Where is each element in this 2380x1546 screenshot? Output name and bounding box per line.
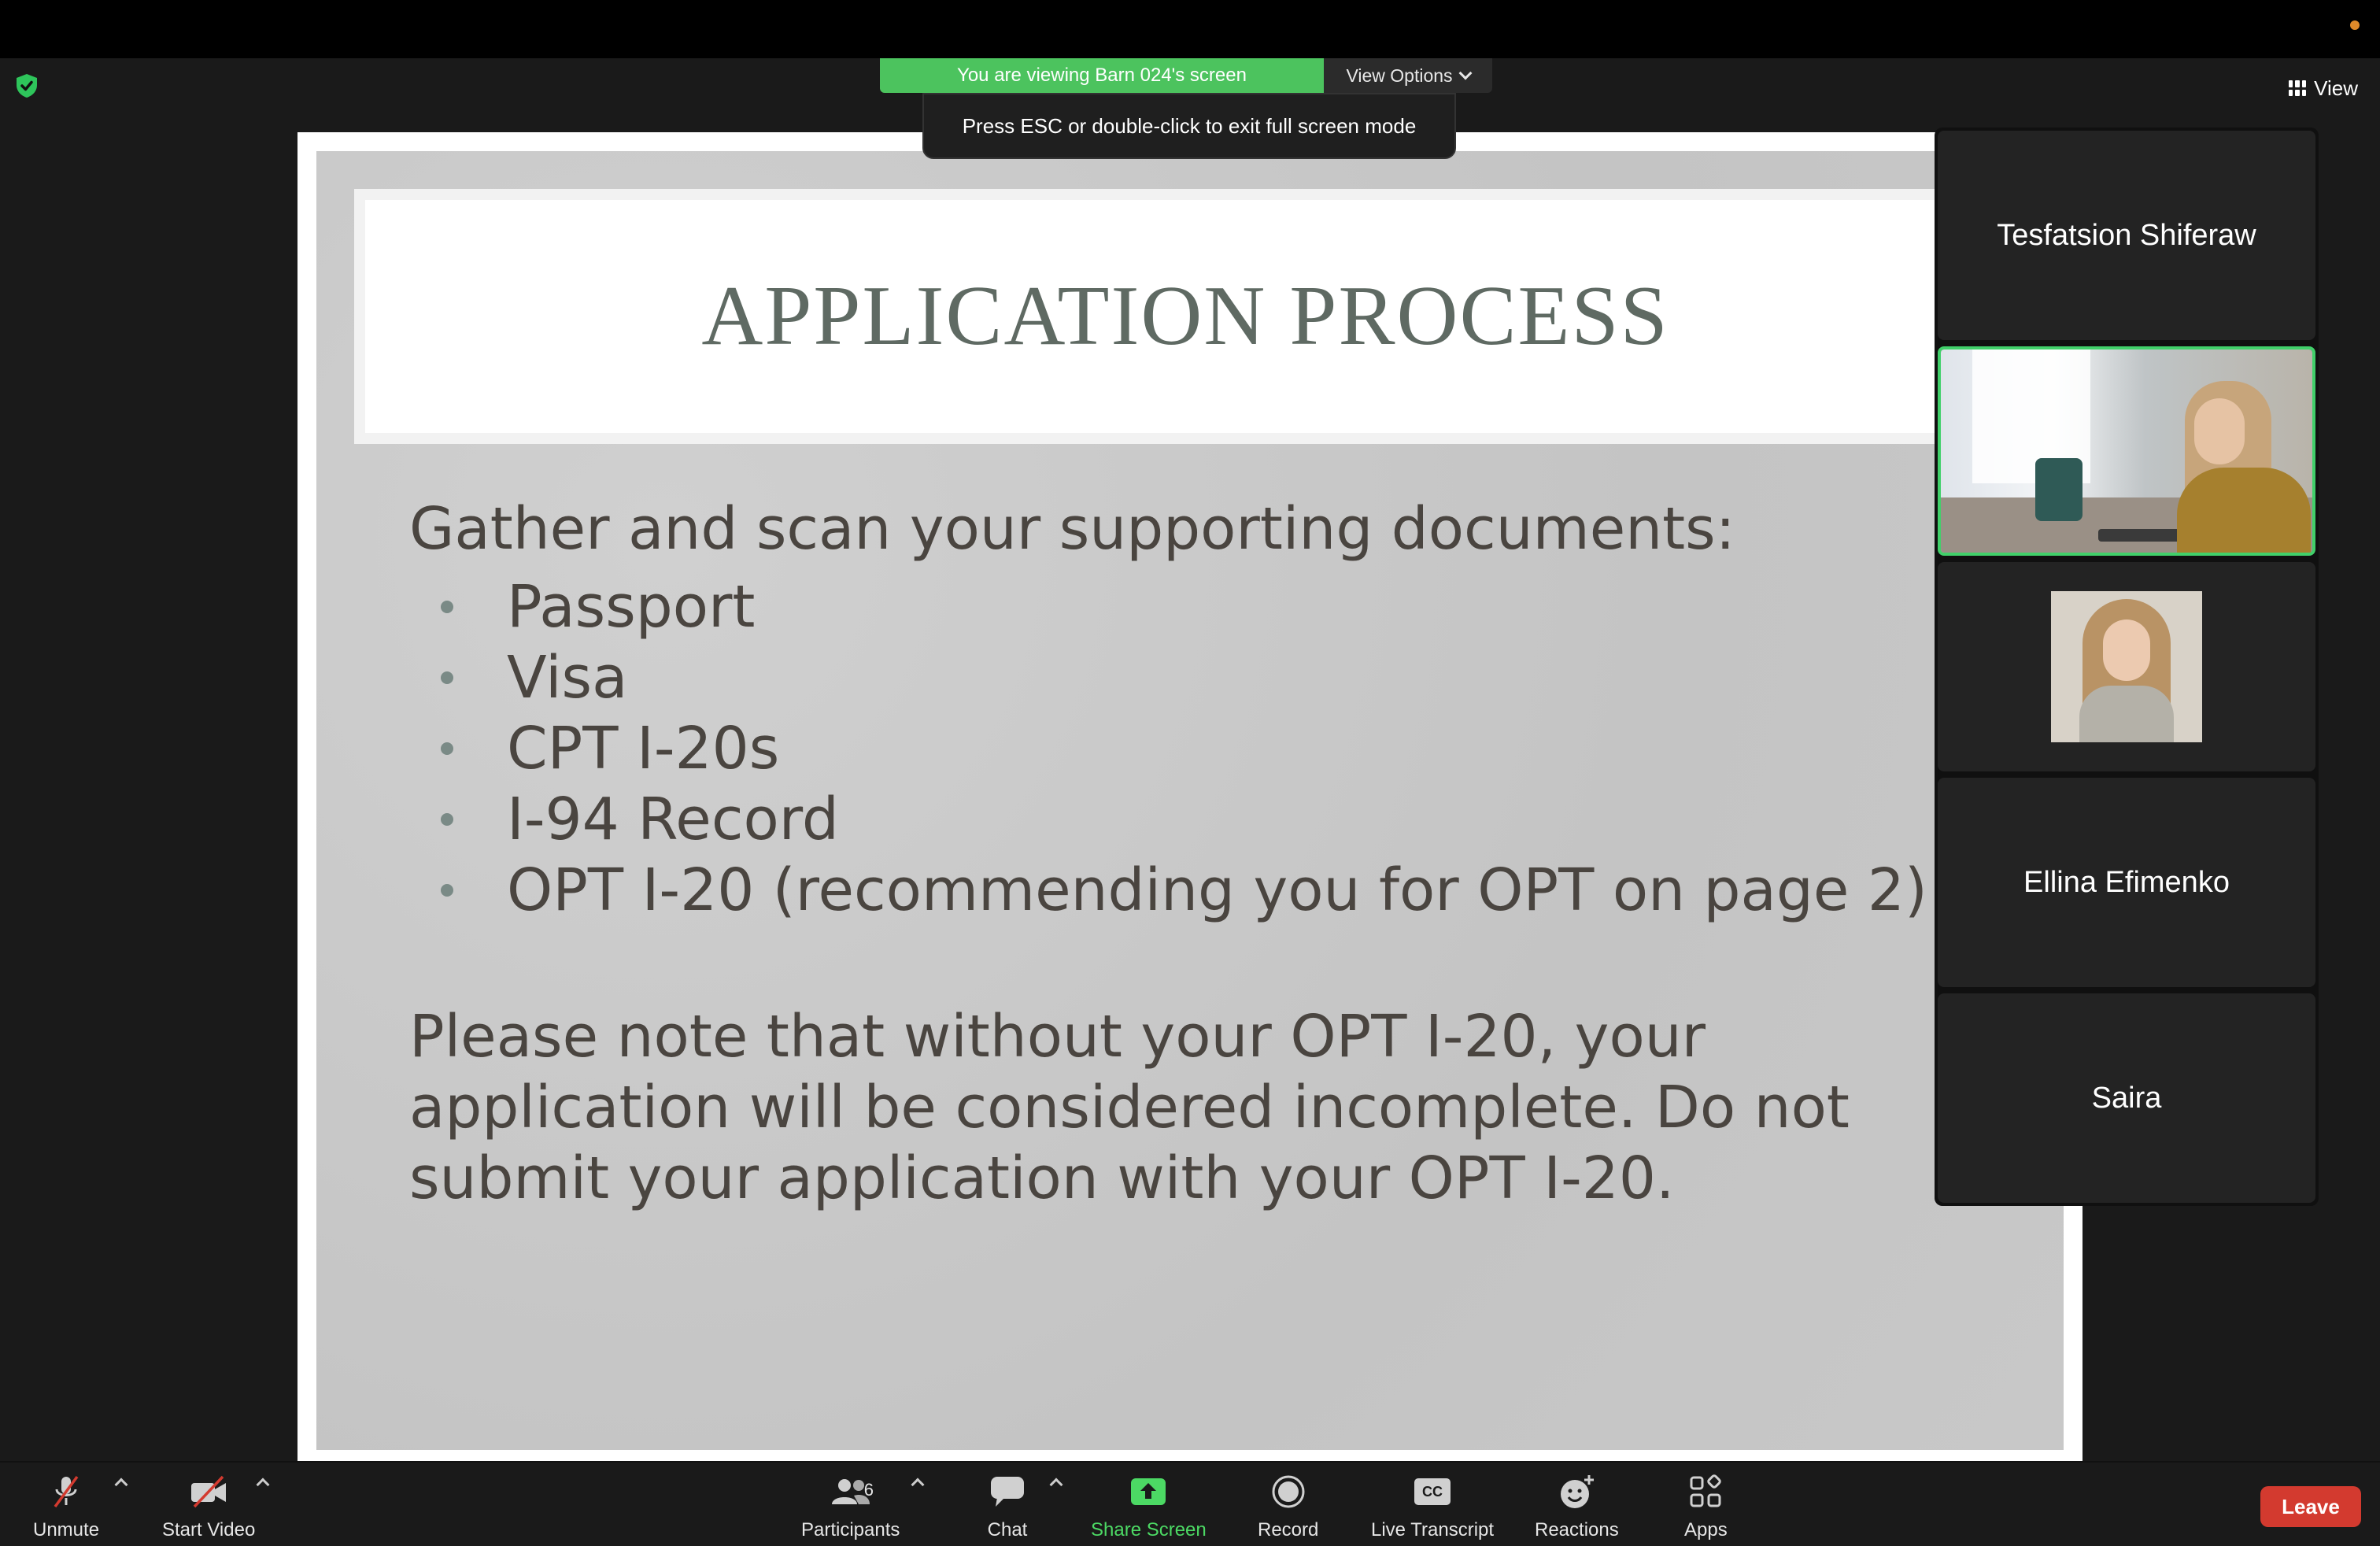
view-options-button[interactable]: View Options [1324, 58, 1492, 93]
menu-bar [0, 0, 2380, 58]
audio-options-chevron-icon[interactable] [114, 1478, 128, 1492]
shield-check-icon[interactable] [14, 72, 39, 99]
list-item: I-94 Record [409, 784, 2023, 855]
participants-button[interactable]: 6 Participants [801, 1474, 900, 1541]
list-item: OPT I-20 (recommending you for OPT on pa… [409, 855, 2023, 926]
participants-count: 6 [863, 1480, 874, 1500]
chat-icon [987, 1474, 1028, 1510]
meeting-toolbar: Unmute Start Video 6 Participants Chat S… [0, 1461, 2380, 1546]
view-button-label: View [2314, 76, 2358, 100]
participants-icon: 6 [815, 1474, 886, 1510]
participant-tile[interactable] [1938, 562, 2315, 771]
leave-button[interactable]: Leave [2260, 1486, 2361, 1527]
document-list: Passport Visa CPT I-20s I-94 Record OPT … [409, 571, 2023, 926]
list-item: Passport [409, 571, 2023, 642]
recording-indicator-dot [2350, 20, 2360, 30]
participant-name: Ellina Efimenko [2023, 865, 2230, 899]
start-video-label: Start Video [162, 1519, 256, 1540]
chevron-down-icon [1458, 66, 1473, 80]
participants-options-chevron-icon[interactable] [911, 1478, 925, 1492]
avatar [2051, 591, 2202, 742]
reactions-button[interactable]: Reactions [1535, 1474, 1619, 1541]
record-button[interactable]: Record [1258, 1474, 1318, 1541]
record-label: Record [1258, 1519, 1319, 1540]
chat-button[interactable]: Chat [987, 1474, 1028, 1541]
participants-label: Participants [801, 1519, 900, 1540]
fullscreen-exit-toast: Press ESC or double-click to exit full s… [922, 93, 1456, 159]
viewing-banner: You are viewing Barn 024's screen View O… [880, 58, 1492, 93]
chat-label: Chat [987, 1519, 1028, 1540]
participant-gallery: Tesfatsion Shiferaw Ellina Efimenko Sair… [1935, 128, 2319, 1206]
apps-label: Apps [1684, 1519, 1728, 1540]
slide-body: Gather and scan your supporting document… [409, 490, 2023, 1214]
live-transcript-button[interactable]: CC Live Transcript [1371, 1474, 1494, 1541]
viewing-screen-label: You are viewing Barn 024's screen [880, 58, 1324, 93]
slide-note: Please note that without your OPT I-20, … [409, 1003, 1850, 1212]
grid-view-icon [2289, 80, 2307, 96]
cc-icon: CC [1412, 1474, 1453, 1510]
apps-icon [1685, 1474, 1726, 1510]
unmute-label: Unmute [33, 1519, 100, 1540]
participant-tile[interactable]: Ellina Efimenko [1938, 778, 2315, 987]
share-screen-icon [1128, 1474, 1169, 1510]
reactions-label: Reactions [1535, 1519, 1619, 1540]
slide-title-box: APPLICATION PROCESS [354, 189, 2064, 444]
unmute-button[interactable]: Unmute [33, 1474, 99, 1541]
list-item: Visa [409, 642, 2023, 713]
participant-name: Tesfatsion Shiferaw [1997, 218, 2256, 252]
participant-tile[interactable]: Saira [1938, 993, 2315, 1203]
view-options-label: View Options [1346, 65, 1453, 86]
live-transcript-label: Live Transcript [1371, 1519, 1495, 1540]
participant-video [1941, 350, 2312, 553]
apps-button[interactable]: Apps [1684, 1474, 1728, 1541]
list-item: CPT I-20s [409, 713, 2023, 784]
record-icon [1268, 1474, 1309, 1510]
view-button[interactable]: View [2289, 72, 2358, 104]
share-screen-button[interactable]: Share Screen [1091, 1474, 1207, 1541]
slide-title: APPLICATION PROCESS [701, 269, 1669, 363]
participant-name: Saira [2091, 1081, 2162, 1115]
shared-screen[interactable]: APPLICATION PROCESS Gather and scan your… [298, 132, 2082, 1461]
participant-tile[interactable]: Tesfatsion Shiferaw [1938, 131, 2315, 340]
presentation-slide: APPLICATION PROCESS Gather and scan your… [316, 151, 2064, 1450]
chat-options-chevron-icon[interactable] [1049, 1478, 1063, 1492]
mic-muted-icon [46, 1474, 87, 1510]
share-screen-label: Share Screen [1091, 1519, 1207, 1540]
active-speaker-tile[interactable] [1938, 346, 2315, 556]
reactions-icon [1556, 1474, 1597, 1510]
zoom-window: You are viewing Barn 024's screen View O… [0, 58, 2380, 1546]
start-video-button[interactable]: Start Video [162, 1474, 255, 1541]
video-off-icon [188, 1474, 229, 1510]
slide-lead-text: Gather and scan your supporting document… [409, 495, 1735, 563]
video-options-chevron-icon[interactable] [256, 1478, 270, 1492]
